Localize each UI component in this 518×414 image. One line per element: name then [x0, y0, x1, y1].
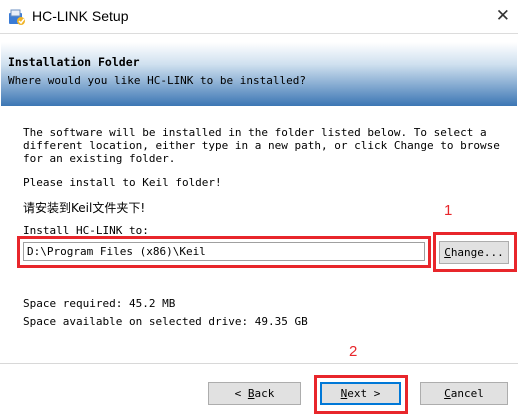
description-text: The software will be installed in the fo… — [23, 126, 500, 165]
annotation-label-1: 1 — [444, 202, 453, 219]
close-icon[interactable]: ✕ — [496, 6, 510, 26]
change-highlight-box — [433, 232, 517, 272]
cancel-button[interactable]: Cancel — [420, 382, 508, 405]
next-highlight-box — [314, 375, 408, 414]
page-title: Installation Folder — [8, 55, 140, 69]
footer-divider — [0, 363, 518, 364]
back-button[interactable]: < Back — [208, 382, 301, 405]
keil-note-en: Please install to Keil folder! — [23, 176, 222, 189]
annotation-label-2: 2 — [349, 343, 358, 360]
installer-icon — [8, 8, 26, 26]
page-subtitle: Where would you like HC-LINK to be insta… — [8, 74, 307, 87]
space-available-text: Space available on selected drive: 49.35… — [23, 315, 308, 328]
title-bar: HC-LINK Setup ✕ — [0, 0, 518, 34]
path-highlight-box — [17, 236, 431, 268]
keil-note-cn: 请安装到Keil文件夹下! — [23, 201, 146, 215]
space-required-text: Space required: 45.2 MB — [23, 297, 176, 310]
window-title: HC-LINK Setup — [32, 8, 129, 24]
